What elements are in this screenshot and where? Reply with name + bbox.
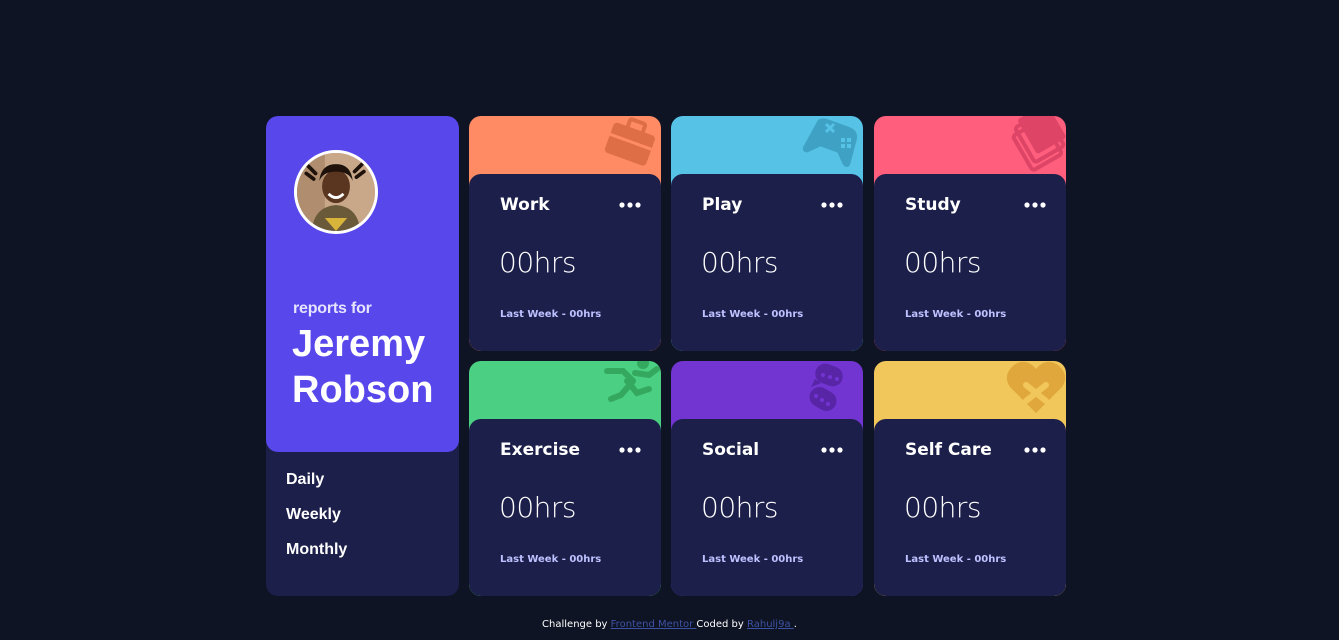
card-title: Study bbox=[905, 195, 961, 215]
activity-card-social: Social 00hrs Last Week - 00hrs bbox=[671, 361, 863, 596]
current-hours: 00hrs bbox=[904, 246, 981, 279]
card-title: Social bbox=[702, 440, 760, 460]
card-title: Exercise bbox=[500, 440, 581, 460]
activity-card-play: Play 00hrs Last Week - 00hrs bbox=[671, 116, 863, 351]
period-weekly[interactable]: Weekly bbox=[286, 503, 347, 538]
current-hours: 00hrs bbox=[499, 491, 576, 524]
gamepad-icon bbox=[802, 118, 858, 167]
running-icon bbox=[604, 361, 660, 402]
ellipsis-icon[interactable] bbox=[821, 446, 843, 454]
card-body: Social 00hrs Last Week - 00hrs bbox=[671, 419, 863, 596]
ellipsis-icon[interactable] bbox=[1024, 446, 1046, 454]
card-body: Play 00hrs Last Week - 00hrs bbox=[671, 174, 863, 351]
card-body: Study 00hrs Last Week - 00hrs bbox=[874, 174, 1066, 351]
activity-card-study: Study 00hrs Last Week - 00hrs bbox=[874, 116, 1066, 351]
frontend-mentor-link[interactable]: Frontend Mentor bbox=[611, 619, 697, 630]
card-body: Self Care 00hrs Last Week - 00hrs bbox=[874, 419, 1066, 596]
previous-hours: Last Week - 00hrs bbox=[500, 309, 602, 320]
heart-plus-icon bbox=[1006, 361, 1066, 413]
current-hours: 00hrs bbox=[701, 491, 778, 524]
period-daily[interactable]: Daily bbox=[286, 468, 347, 503]
previous-hours: Last Week - 00hrs bbox=[500, 554, 602, 565]
period-monthly[interactable]: Monthly bbox=[286, 538, 347, 573]
activity-card-self-care: Self Care 00hrs Last Week - 00hrs bbox=[874, 361, 1066, 596]
books-icon bbox=[1011, 116, 1066, 172]
coded-prefix: Coded by bbox=[696, 619, 747, 630]
time-tracking-dashboard: reports for Jeremy Robson Daily Weekly M… bbox=[266, 116, 1066, 596]
current-hours: 00hrs bbox=[904, 491, 981, 524]
challenge-prefix: Challenge by bbox=[542, 619, 611, 630]
activity-card-exercise: Exercise 00hrs Last Week - 00hrs bbox=[469, 361, 661, 596]
activity-card-work: Work 00hrs Last Week - 00hrs bbox=[469, 116, 661, 351]
footer-suffix: . bbox=[793, 619, 797, 630]
avatar-photo-icon bbox=[297, 153, 375, 231]
profile-card: reports for Jeremy Robson Daily Weekly M… bbox=[266, 116, 459, 596]
previous-hours: Last Week - 00hrs bbox=[702, 309, 804, 320]
ellipsis-icon[interactable] bbox=[821, 201, 843, 209]
attribution-footer: Challenge by Frontend Mentor Coded by Ra… bbox=[0, 619, 1339, 630]
chat-icon bbox=[809, 363, 843, 411]
ellipsis-icon[interactable] bbox=[619, 446, 641, 454]
previous-hours: Last Week - 00hrs bbox=[905, 554, 1007, 565]
profile-header: reports for Jeremy Robson bbox=[266, 116, 459, 452]
card-body: Work 00hrs Last Week - 00hrs bbox=[469, 174, 661, 351]
period-selector: Daily Weekly Monthly bbox=[286, 468, 347, 573]
ellipsis-icon[interactable] bbox=[1024, 201, 1046, 209]
ellipsis-icon[interactable] bbox=[619, 201, 641, 209]
user-name: Jeremy Robson bbox=[292, 323, 434, 411]
previous-hours: Last Week - 00hrs bbox=[905, 309, 1007, 320]
author-link[interactable]: Rahulj9a bbox=[747, 619, 794, 630]
user-avatar bbox=[294, 150, 378, 234]
current-hours: 00hrs bbox=[701, 246, 778, 279]
card-title: Self Care bbox=[905, 440, 992, 460]
card-title: Work bbox=[500, 195, 550, 215]
previous-hours: Last Week - 00hrs bbox=[702, 554, 804, 565]
current-hours: 00hrs bbox=[499, 246, 576, 279]
card-title: Play bbox=[702, 195, 743, 215]
reports-for-label: reports for bbox=[293, 300, 372, 317]
card-body: Exercise 00hrs Last Week - 00hrs bbox=[469, 419, 661, 596]
briefcase-icon bbox=[604, 117, 655, 166]
